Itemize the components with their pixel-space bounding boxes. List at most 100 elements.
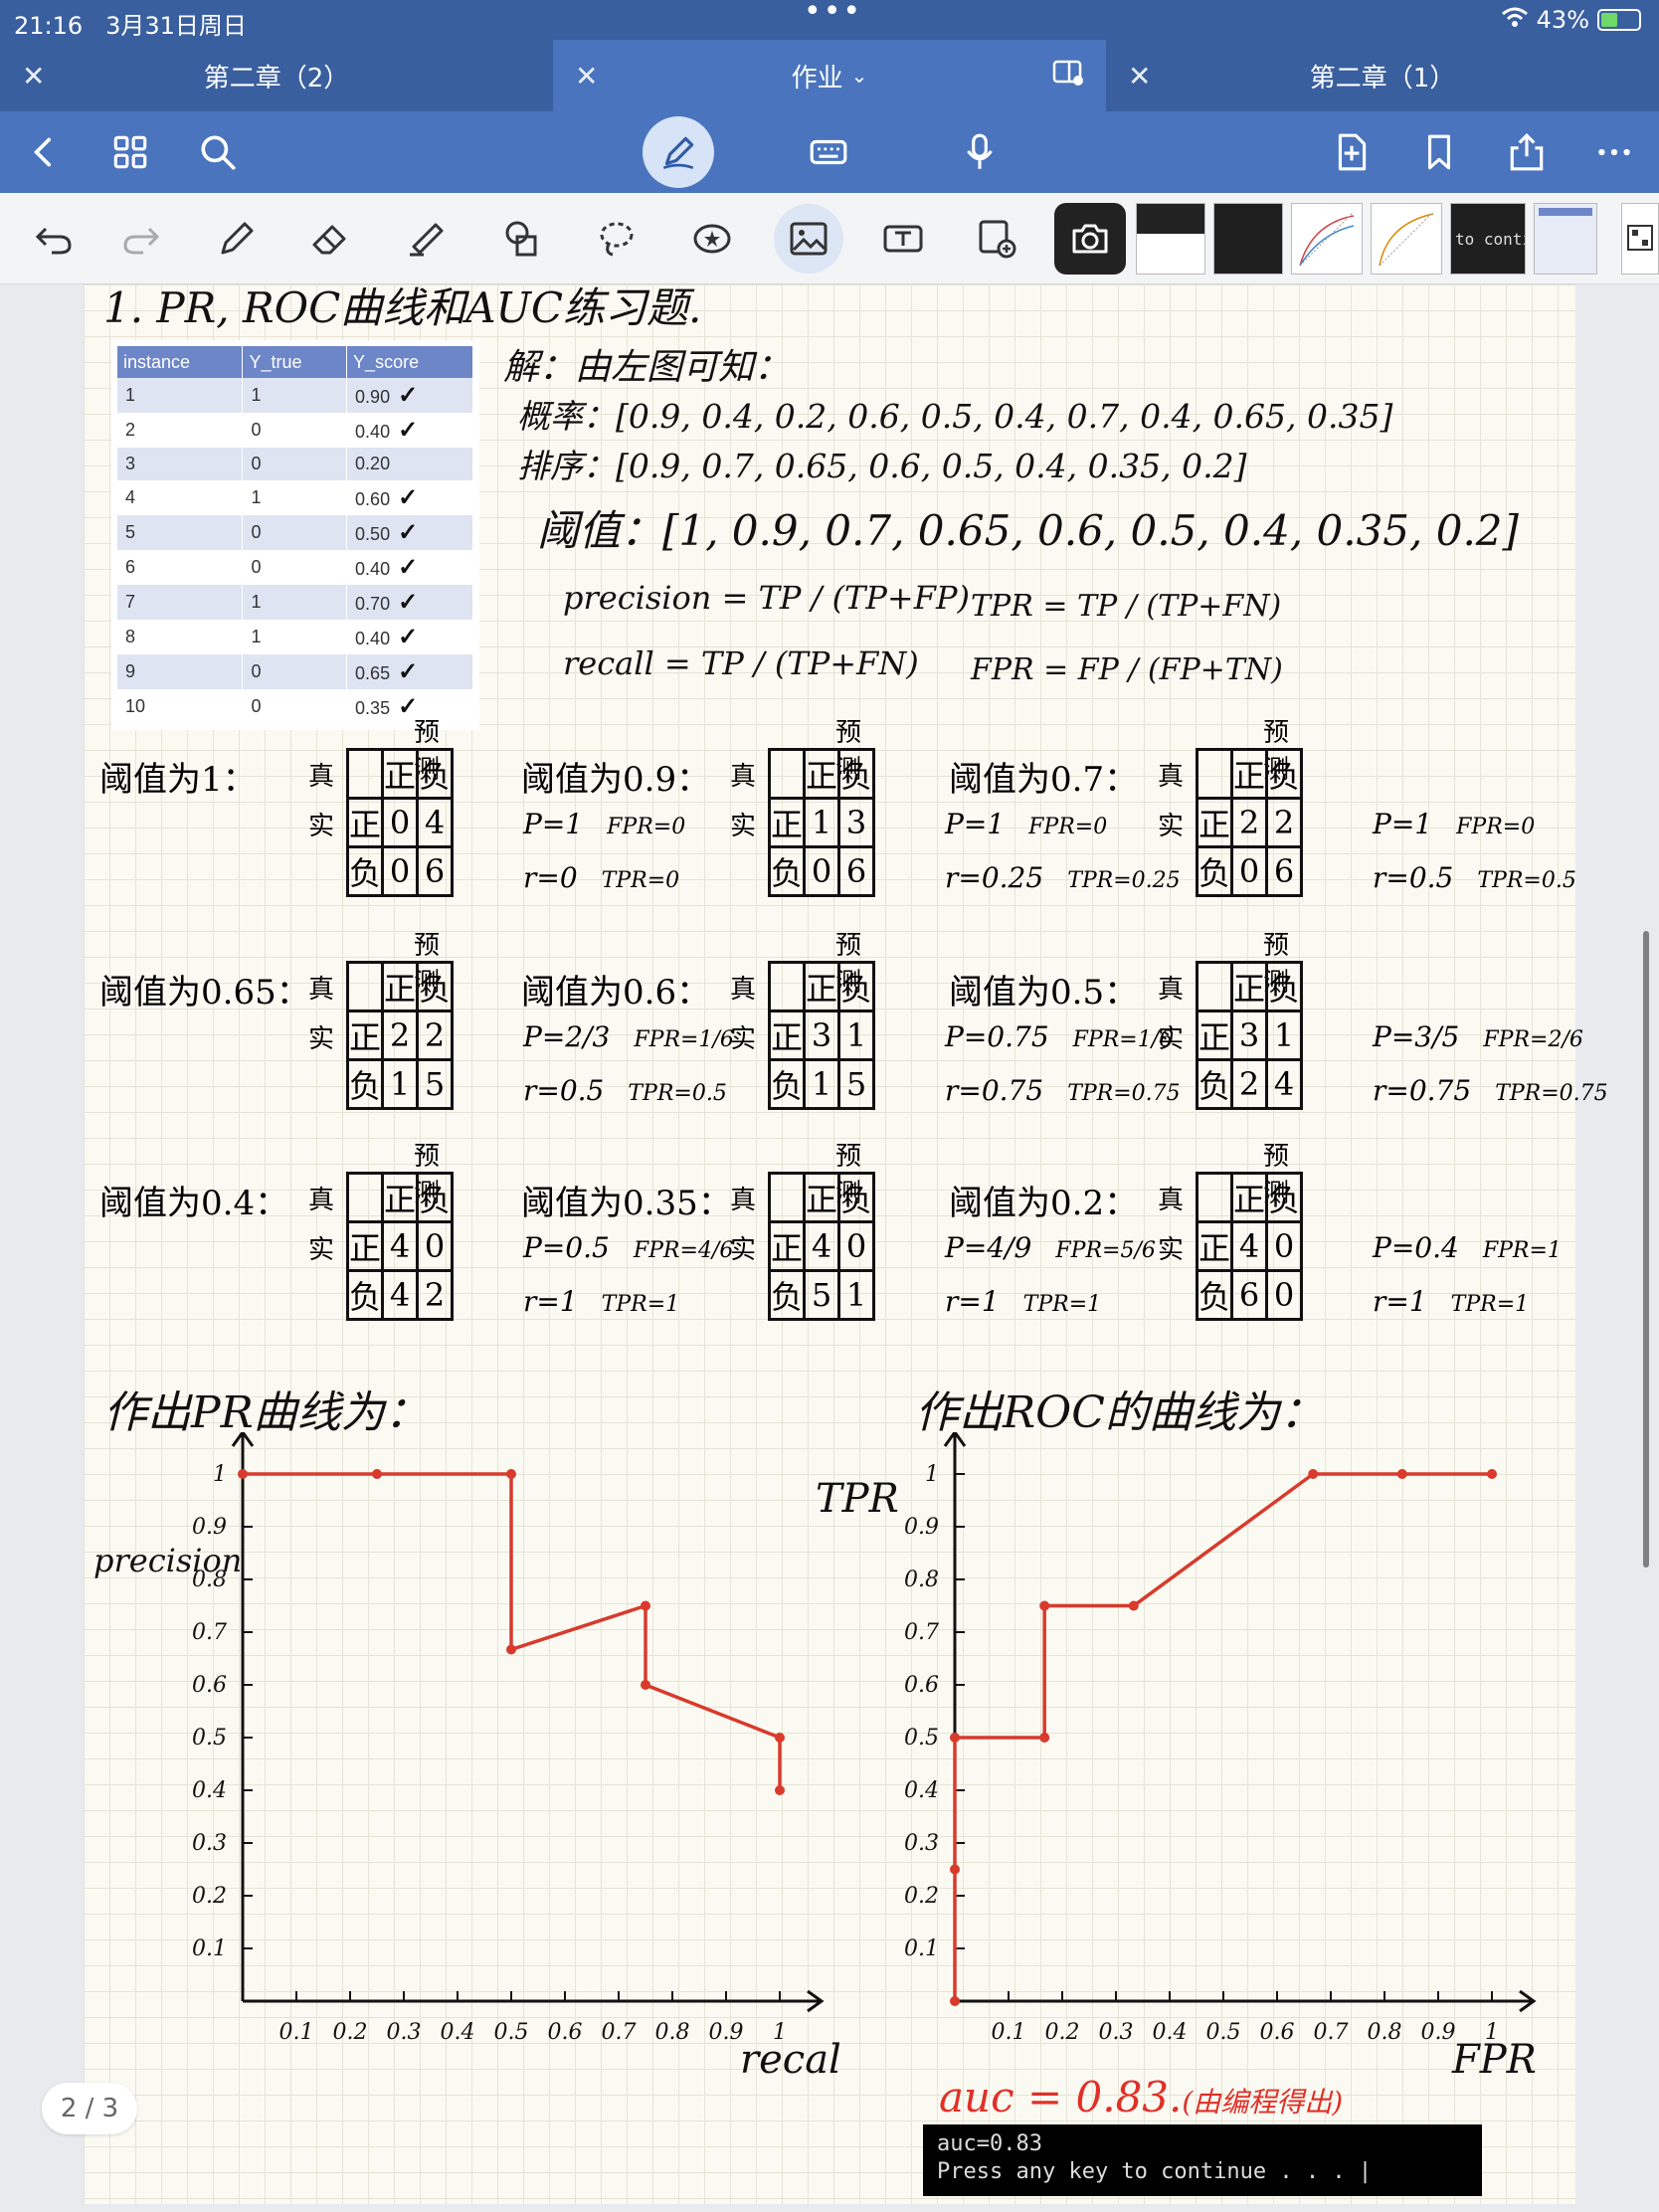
matrix-cell: 2 [381, 1010, 420, 1061]
lasso-icon[interactable] [587, 209, 646, 269]
fpr-value: FPR=4/6 [633, 1238, 734, 1263]
close-tab-icon[interactable]: ✕ [1128, 60, 1151, 92]
x-tick-label: 0.5 [494, 2020, 529, 2045]
actual-label-bottom: 实 [730, 1235, 757, 1265]
terminal-output-image[interactable]: auc=0.83 Press any key to continue . . .… [923, 2124, 1482, 2196]
scrollbar[interactable] [1643, 931, 1649, 1567]
fpr-value: FPR=1/6 [634, 1027, 734, 1052]
grid-icon[interactable] [101, 123, 159, 181]
matrix-cell: 1 [837, 1269, 876, 1321]
add-page-icon[interactable] [1323, 123, 1381, 181]
actual-label: 真实 [730, 1176, 756, 1275]
x-tick-label: 0.6 [548, 2020, 583, 2045]
table-cell: 0.40 ✓ [346, 620, 473, 654]
recent-image-thumbnail[interactable] [1213, 203, 1283, 275]
page-indicator[interactable]: 2 / 3 [42, 2083, 137, 2134]
matrix-cell: 1 [803, 797, 841, 848]
highlighter-icon[interactable] [396, 209, 456, 269]
actual-label: 真实 [1158, 965, 1184, 1064]
keyboard-icon[interactable] [800, 123, 857, 181]
curve-point [1487, 1469, 1497, 1479]
close-tab-icon[interactable]: ✕ [575, 60, 598, 92]
matrix-header: 负 [416, 1172, 455, 1223]
tpr-formula: TPR = TP / (TP+FN) [971, 589, 1282, 624]
share-icon[interactable] [1498, 123, 1556, 181]
precision-value: P=1 FPR=0 [523, 808, 686, 840]
curve-point [641, 1600, 650, 1611]
eraser-icon[interactable] [300, 209, 360, 269]
curve-point [775, 1733, 785, 1743]
y-tick-label: 1 [925, 1462, 939, 1487]
scan-icon[interactable] [967, 209, 1026, 269]
checkmark-icon: ✓ [398, 417, 419, 444]
cell-value: 0 [251, 420, 262, 440]
recent-image-thumbnail[interactable] [1291, 203, 1363, 275]
curve-point [1039, 1600, 1050, 1611]
tab-bar: ✕ 第二章（2） ✕ 作业 ⌄ ✕ 第二章（1） [0, 40, 1659, 111]
tab-chapter2-part2[interactable]: ✕ 第二章（2） [0, 40, 553, 111]
recent-image-thumbnail[interactable] [1371, 203, 1442, 275]
table-row: 3 0 0.20 [117, 448, 473, 480]
curve-point [1308, 1469, 1319, 1479]
recent-image-thumbnail[interactable] [1136, 203, 1205, 275]
image-tool-button[interactable] [774, 204, 843, 274]
actual-label-bottom: 实 [730, 1024, 757, 1054]
matrix-corner [1195, 748, 1234, 800]
pen-mode-button[interactable] [643, 116, 714, 188]
microphone-icon[interactable] [951, 123, 1009, 181]
matrix-header: 负 [345, 845, 385, 897]
table-cell: 0 [242, 689, 348, 724]
matrix-header: 负 [1195, 1269, 1234, 1321]
matrix-header: 负 [837, 748, 876, 800]
shapes-icon[interactable] [491, 209, 551, 269]
cell-value: 5 [125, 522, 136, 542]
tab-chapter2-part1[interactable]: ✕ 第二章（1） [1106, 40, 1659, 111]
recent-image-thumbnail[interactable]: to conti [1450, 203, 1526, 275]
embedded-table-image[interactable]: instance Y_true Y_score 1 1 0.90 ✓ 2 0 0.40 ✓ 3 0 0.… [111, 340, 479, 730]
matrix-header: 负 [1195, 1058, 1234, 1110]
y-tick-label: 0.9 [192, 1515, 227, 1540]
matrix-grid: 正负正31负15 [767, 961, 876, 1110]
matrix-header: 负 [837, 1172, 876, 1223]
matrix-header: 正 [345, 1220, 385, 1272]
chevron-down-icon[interactable]: ⌄ [851, 64, 868, 88]
undo-icon[interactable] [24, 209, 84, 269]
table-cell: 6 [117, 550, 244, 585]
x-tick-label: 0.9 [1421, 2020, 1456, 2045]
redo-icon[interactable] [111, 209, 171, 269]
cell-value: 9 [125, 661, 136, 681]
multitask-dots-icon[interactable]: ••• [804, 0, 862, 29]
recent-image-thumbnail[interactable] [1621, 203, 1659, 275]
split-view-icon[interactable] [1052, 59, 1084, 93]
tab-homework[interactable]: ✕ 作业 ⌄ [553, 40, 1106, 111]
pencil-icon[interactable] [207, 209, 267, 269]
checkmark-icon: ✓ [398, 554, 419, 581]
y-tick-label: 0.1 [192, 1936, 227, 1961]
close-tab-icon[interactable]: ✕ [22, 60, 45, 92]
text-icon[interactable] [873, 209, 933, 269]
x-tick-label: 0.4 [1153, 2020, 1188, 2045]
precision-value: P=1 FPR=0 [945, 808, 1108, 840]
camera-icon [1072, 224, 1108, 254]
table-cell: 4 [117, 480, 244, 515]
roc-curve-chart: 0.1 0.2 0.3 0.4 0.5 0.6 0.7 0.8 0.9 1 0.1 0.2 0.3 0.4… [816, 1432, 1537, 2083]
matrix-header: 负 [767, 1269, 807, 1321]
auc-annotation: auc = 0.83.(由编程得出) [939, 2073, 1343, 2121]
matrix-cell: 1 [381, 1058, 420, 1110]
x-tick-label: 0.8 [1368, 2020, 1402, 2045]
matrix-cell: 2 [1230, 1058, 1269, 1110]
more-icon[interactable] [1585, 123, 1643, 181]
recent-image-thumbnail[interactable] [1534, 203, 1597, 275]
search-icon[interactable] [189, 123, 247, 181]
matrix-header: 负 [345, 1058, 385, 1110]
fpr-value: FPR=0 [1028, 815, 1108, 839]
camera-button[interactable] [1054, 203, 1126, 275]
matrix-header: 负 [416, 961, 455, 1013]
solution-intro: 解：由左图可知： [503, 347, 791, 388]
sticker-icon[interactable] [682, 209, 742, 269]
bookmark-icon[interactable] [1410, 123, 1468, 181]
threshold-list: 阈值：[1, 0.9, 0.7, 0.65, 0.6, 0.5, 0.4, 0.… [537, 506, 1519, 555]
matrix-header: 负 [767, 845, 807, 897]
back-icon[interactable] [16, 123, 74, 181]
cell-value: 0 [251, 661, 262, 681]
